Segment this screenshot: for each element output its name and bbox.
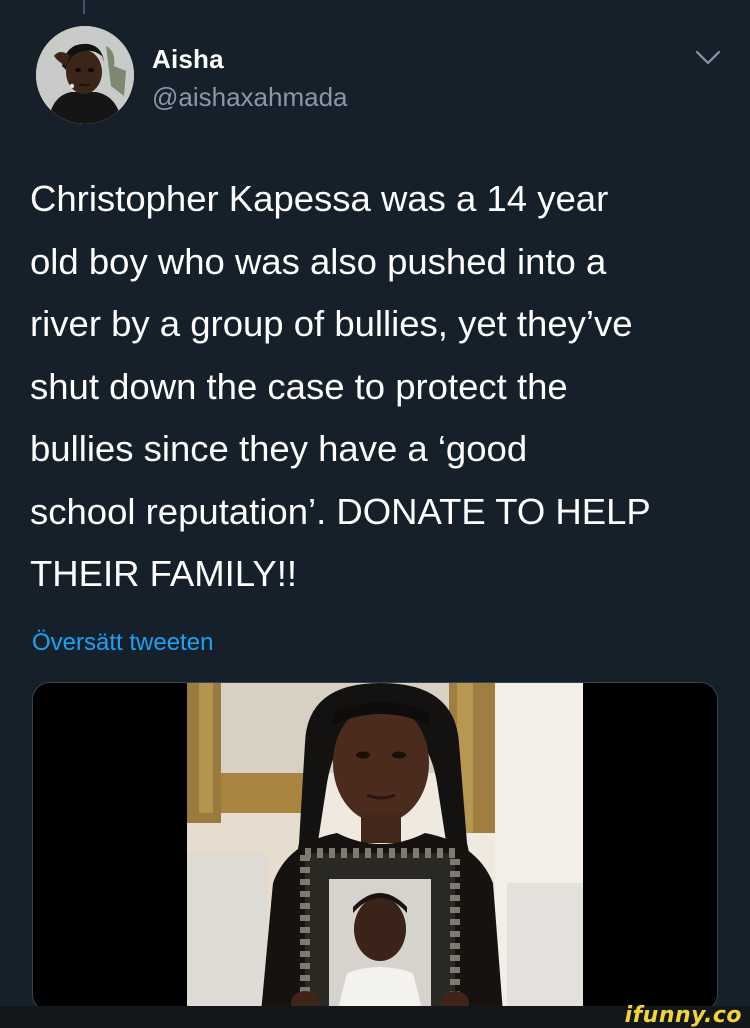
- tweet-text-line: shut down the case to protect the: [30, 365, 568, 407]
- avatar[interactable]: [36, 26, 134, 124]
- thread-line: [83, 0, 85, 14]
- translate-tweet-link[interactable]: Översätt tweeten: [32, 629, 213, 657]
- tweet-screen: Aisha @aishaxahmada Christopher Kapessa …: [0, 0, 750, 1028]
- tweet-text-line: school reputation’. DONATE TO HELP: [30, 490, 651, 532]
- tweet-text-line: THEIR FAMILY!!: [30, 553, 298, 594]
- tweet-text-line: bullies since they have a ‘good: [30, 428, 528, 469]
- tweet-text-line: old boy who was also pushed into a: [30, 240, 607, 282]
- watermark-logo: ifunny.co: [624, 1003, 742, 1028]
- author-name[interactable]: Aisha: [152, 44, 224, 75]
- tweet-text: Christopher Kapessa was a 14 year old bo…: [30, 168, 730, 606]
- chevron-down-icon[interactable]: [693, 46, 723, 70]
- author-handle[interactable]: @aishaxahmada: [152, 82, 348, 113]
- tweet-text-line: river by a group of bullies, yet they’ve: [30, 303, 633, 344]
- tweet-text-line: Christopher Kapessa was a 14 year: [30, 178, 609, 219]
- tweet-media-image[interactable]: [32, 682, 718, 1012]
